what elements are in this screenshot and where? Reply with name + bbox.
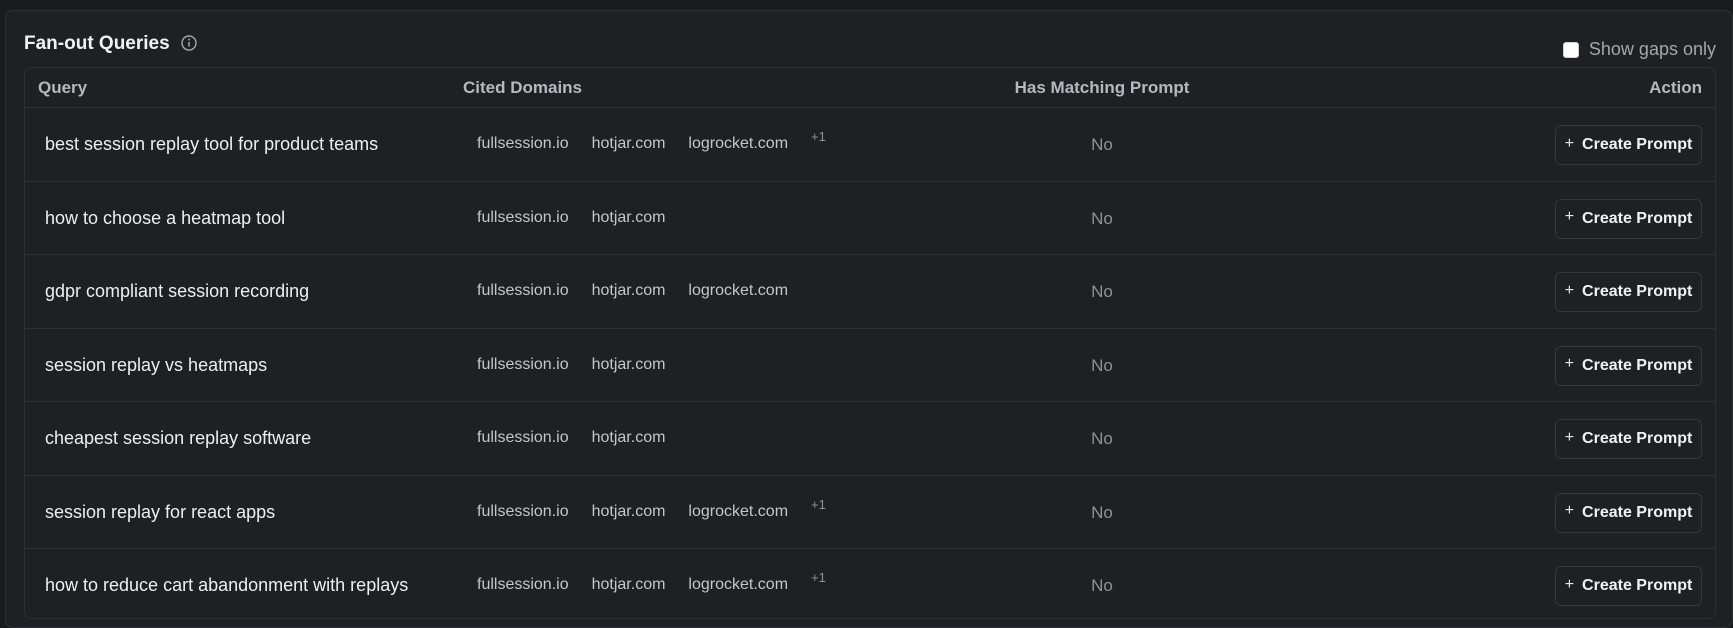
cited-domain: hotjar.com — [591, 135, 666, 152]
create-prompt-label: Create Prompt — [1582, 209, 1693, 227]
cited-domain: fullsession.io — [477, 355, 569, 373]
cited-domains-cell: fullsession.io hotjar.com logrocket.com — [477, 282, 811, 300]
has-matching-prompt-cell: No — [1091, 429, 1113, 448]
cited-domain: logrocket.com — [688, 576, 789, 593]
cited-domain: hotjar.com — [591, 429, 666, 446]
more-domains-count[interactable]: +1 — [811, 570, 826, 585]
panel-title: Fan-out Queries — [24, 33, 170, 54]
show-gaps-checkbox[interactable] — [1562, 41, 1579, 58]
column-header-cited-domains: Cited Domains — [463, 78, 583, 97]
panel-header: Fan-out Queries Show gaps only — [24, 23, 1716, 63]
create-prompt-label: Create Prompt — [1582, 430, 1693, 447]
has-matching-prompt-cell: No — [1091, 208, 1113, 228]
create-prompt-label: Create Prompt — [1582, 577, 1693, 594]
create-prompt-label: Create Prompt — [1582, 503, 1693, 521]
plus-icon: + — [1564, 134, 1575, 152]
cited-domain: fullsession.io — [477, 208, 569, 226]
more-domains-count[interactable]: +1 — [811, 129, 826, 144]
fan-out-queries-panel: Fan-out Queries Show gaps only Query Cit… — [5, 10, 1733, 628]
cited-domain: fullsession.io — [477, 576, 569, 593]
query-cell: how to choose a heatmap tool — [45, 207, 286, 228]
cited-domains-cell: fullsession.io hotjar.com — [477, 356, 688, 374]
table-header: Query Cited Domains Has Matching Prompt … — [25, 68, 1715, 108]
query-cell: cheapest session replay software — [45, 428, 312, 448]
cited-domain: fullsession.io — [477, 282, 569, 299]
create-prompt-label: Create Prompt — [1582, 283, 1693, 300]
has-matching-prompt-cell: No — [1091, 355, 1113, 375]
cited-domain: fullsession.io — [477, 429, 569, 446]
create-prompt-button[interactable]: + Create Prompt — [1555, 419, 1702, 459]
table-body: best session replay tool for product tea… — [25, 108, 1715, 618]
cited-domain: logrocket.com — [688, 135, 789, 152]
create-prompt-button[interactable]: + Create Prompt — [1555, 345, 1702, 386]
plus-icon: + — [1564, 355, 1575, 372]
cited-domain: fullsession.io — [477, 502, 569, 520]
plus-icon: + — [1564, 575, 1575, 593]
more-domains-count[interactable]: +1 — [811, 497, 826, 512]
cited-domain: logrocket.com — [688, 282, 789, 299]
cited-domains-cell: fullsession.io hotjar.com — [477, 209, 688, 227]
plus-icon: + — [1564, 502, 1575, 519]
query-cell: best session replay tool for product tea… — [45, 134, 379, 154]
has-matching-prompt-cell: No — [1091, 135, 1113, 154]
create-prompt-button[interactable]: + Create Prompt — [1555, 125, 1702, 165]
cited-domain: hotjar.com — [591, 502, 666, 520]
create-prompt-button[interactable]: + Create Prompt — [1555, 566, 1702, 606]
cited-domains-cell: fullsession.io hotjar.com — [477, 429, 688, 447]
create-prompt-button[interactable]: + Create Prompt — [1555, 272, 1702, 312]
cited-domain: hotjar.com — [591, 208, 666, 226]
cited-domain: hotjar.com — [591, 355, 666, 373]
cited-domains-cell: fullsession.io hotjar.com logrocket.com +1 — [477, 570, 826, 594]
cited-domain: hotjar.com — [591, 282, 666, 299]
table-row: cheapest session replay software fullsess… — [25, 402, 1715, 476]
fan-out-queries-table: Query Cited Domains Has Matching Prompt … — [24, 67, 1716, 619]
has-matching-prompt-cell: No — [1091, 282, 1113, 301]
cited-domains-cell: fullsession.io hotjar.com logrocket.com +1 — [477, 497, 826, 521]
cited-domain: logrocket.com — [688, 502, 789, 520]
plus-icon: + — [1564, 208, 1575, 225]
create-prompt-label: Create Prompt — [1582, 136, 1693, 153]
plus-icon: + — [1564, 281, 1575, 299]
query-cell: session replay for react apps — [45, 501, 276, 522]
plus-icon: + — [1564, 428, 1575, 446]
table-row: best session replay tool for product tea… — [25, 108, 1715, 182]
has-matching-prompt-cell: No — [1091, 502, 1113, 522]
cited-domain: fullsession.io — [477, 135, 569, 152]
cited-domain: hotjar.com — [591, 576, 666, 593]
table-row: how to reduce cart abandonment with repl… — [25, 549, 1715, 618]
cited-domains-cell: fullsession.io hotjar.com logrocket.com +1 — [477, 129, 826, 153]
create-prompt-label: Create Prompt — [1582, 356, 1693, 374]
show-gaps-toggle[interactable]: Show gaps only — [1562, 39, 1716, 60]
query-cell: session replay vs heatmaps — [45, 354, 268, 375]
create-prompt-button[interactable]: + Create Prompt — [1555, 198, 1702, 239]
show-gaps-label: Show gaps only — [1588, 39, 1716, 59]
create-prompt-button[interactable]: + Create Prompt — [1555, 492, 1702, 533]
column-header-query: Query — [38, 78, 88, 97]
table-row: session replay for react apps fullsession… — [25, 476, 1715, 549]
table-row: session replay vs heatmaps fullsession.io… — [25, 329, 1715, 402]
has-matching-prompt-cell: No — [1091, 576, 1113, 595]
query-cell: how to reduce cart abandonment with repl… — [45, 575, 409, 595]
info-circle-icon[interactable] — [180, 34, 198, 52]
column-header-has-matching-prompt: Has Matching Prompt — [1014, 78, 1190, 97]
table-row: how to choose a heatmap tool fullsession.… — [25, 182, 1715, 255]
table-row: gdpr compliant session recording fullsess… — [25, 255, 1715, 329]
column-header-action: Action — [1649, 78, 1702, 97]
query-cell: gdpr compliant session recording — [45, 281, 310, 301]
